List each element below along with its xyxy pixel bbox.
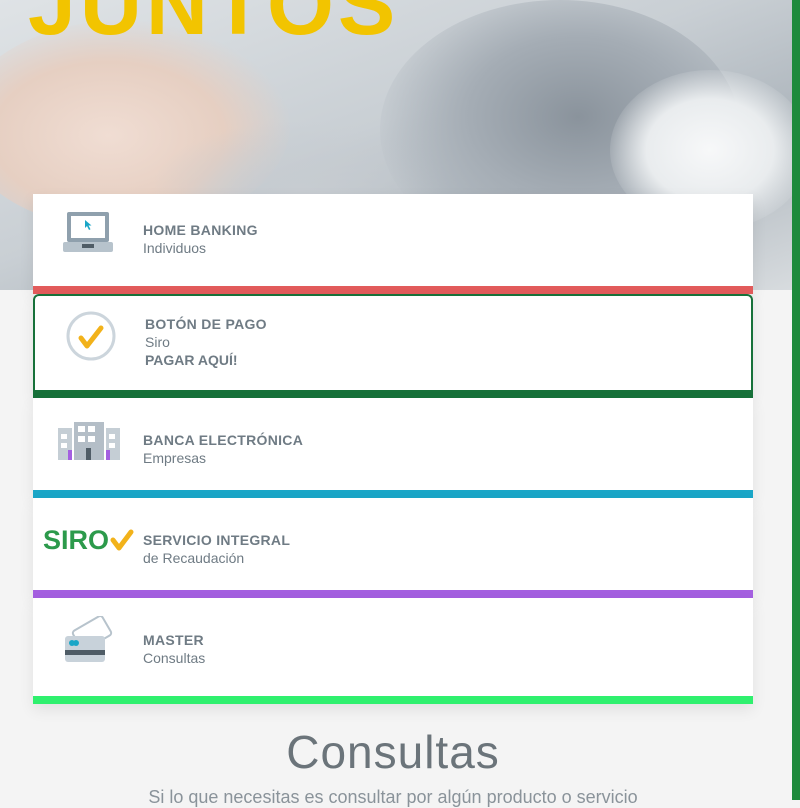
card-accent-bar [33,390,753,398]
card-banca-electronica[interactable]: BANCA ELECTRÓNICA Empresas [33,398,753,498]
card-subtitle: Empresas [143,450,207,466]
card-accent-bar [33,590,753,598]
pay-here-link[interactable]: PAGAR AQUÍ! [145,352,267,368]
section-subtitle: Si lo que necesitas es consultar por alg… [148,787,638,807]
service-cards: HOME BANKING Individuos BOTÓN DE PAGO Si… [33,194,753,704]
card-title: BANCA ELECTRÓNICA [143,432,304,448]
credit-card-icon [63,615,115,671]
card-accent-bar [33,490,753,498]
card-title: MASTER [143,632,204,648]
card-title: HOME BANKING [143,222,258,238]
hero-title: JUNTOS [28,0,400,53]
card-subtitle: Siro [145,334,170,350]
card-title: SERVICIO INTEGRAL [143,532,291,548]
card-subtitle: Individuos [143,240,207,256]
card-master[interactable]: MASTER Consultas [33,598,753,704]
laptop-icon [63,210,115,259]
card-accent-bar [33,696,753,704]
siro-logo-text: SIRO [43,525,109,555]
section-title: Consultas [286,726,500,778]
card-accent-bar [33,286,753,294]
side-accent-stripe [792,0,800,800]
siro-logo: SIRO [43,524,135,561]
card-title: BOTÓN DE PAGO [145,316,267,332]
card-subtitle: Consultas [143,650,206,666]
card-boton-de-pago[interactable]: BOTÓN DE PAGO Siro PAGAR AQUÍ! [33,294,753,398]
card-servicio-integral[interactable]: SIRO SERVICIO INTEGRAL de Recaudación [33,498,753,598]
building-icon [58,418,120,467]
check-circle-icon [65,310,117,367]
card-home-banking[interactable]: HOME BANKING Individuos [33,194,753,294]
card-subtitle: de Recaudación [143,550,245,566]
